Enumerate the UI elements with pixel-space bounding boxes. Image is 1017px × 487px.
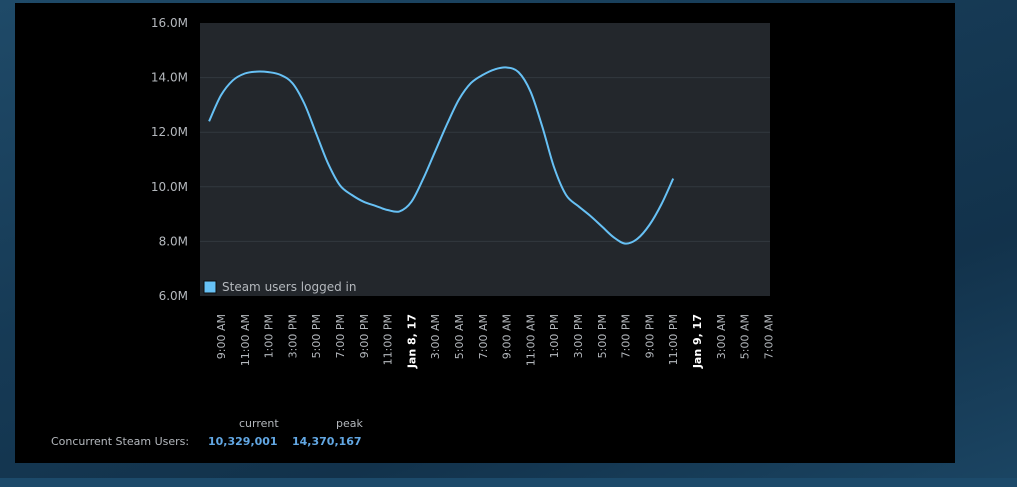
- x-tick-label: 3:00 PM: [572, 314, 585, 358]
- x-tick-label: 9:00 AM: [501, 314, 514, 359]
- legend-label: Steam users logged in: [222, 280, 356, 294]
- x-tick-label: 9:00 AM: [215, 314, 228, 359]
- y-tick-label: 16.0M: [151, 16, 188, 30]
- x-tick-label: Jan 9, 17: [691, 314, 704, 369]
- current-column-header: current: [239, 417, 279, 430]
- concurrent-users-chart: 16.0M 14.0M 12.0M 10.0M 8.0M 6.0M 9:00 AM 11:00…: [151, 16, 775, 369]
- x-tick-label: 11:00 AM: [524, 314, 537, 366]
- x-tick-label: 5:00 PM: [596, 314, 609, 358]
- plot-area: [200, 23, 770, 296]
- x-tick-label: 5:00 AM: [453, 314, 466, 359]
- x-tick-label: 9:00 PM: [358, 314, 371, 358]
- x-tick-label: 3:00 AM: [715, 314, 728, 359]
- y-tick-label: 8.0M: [159, 234, 188, 248]
- stats-panel: 16.0M 14.0M 12.0M 10.0M 8.0M 6.0M 9:00 AM 11:00…: [15, 3, 955, 463]
- legend-swatch: [203, 280, 217, 294]
- x-tick-label: 9:00 PM: [643, 314, 656, 358]
- x-tick-label: 1:00 PM: [263, 314, 276, 358]
- peak-users-value: 14,370,167: [292, 435, 362, 448]
- y-tick-label: 10.0M: [151, 180, 188, 194]
- page-bottom-strip: [0, 478, 1017, 487]
- concurrent-users-label: Concurrent Steam Users:: [51, 435, 190, 448]
- x-tick-label: 1:00 PM: [548, 314, 561, 358]
- x-tick-label: 5:00 AM: [739, 314, 752, 359]
- y-tick-label: 12.0M: [151, 125, 188, 139]
- x-tick-label: 11:00 PM: [667, 314, 680, 365]
- x-tick-label: 7:00 AM: [477, 314, 490, 359]
- x-tick-label: 7:00 PM: [334, 314, 347, 358]
- y-tick-label: 14.0M: [151, 71, 188, 85]
- x-tick-label: 5:00 PM: [310, 314, 323, 358]
- x-tick-label: 3:00 PM: [286, 314, 299, 358]
- x-tick-label: 3:00 AM: [429, 314, 442, 359]
- x-tick-label: 11:00 PM: [382, 314, 395, 365]
- x-tick-label: Jan 8, 17: [405, 314, 418, 369]
- x-tick-label: 7:00 AM: [762, 314, 775, 359]
- x-tick-label: 7:00 PM: [620, 314, 633, 358]
- peak-column-header: peak: [336, 417, 363, 430]
- x-tick-label: 11:00 AM: [239, 314, 252, 366]
- y-tick-label: 6.0M: [159, 289, 188, 303]
- current-users-value: 10,329,001: [208, 435, 278, 448]
